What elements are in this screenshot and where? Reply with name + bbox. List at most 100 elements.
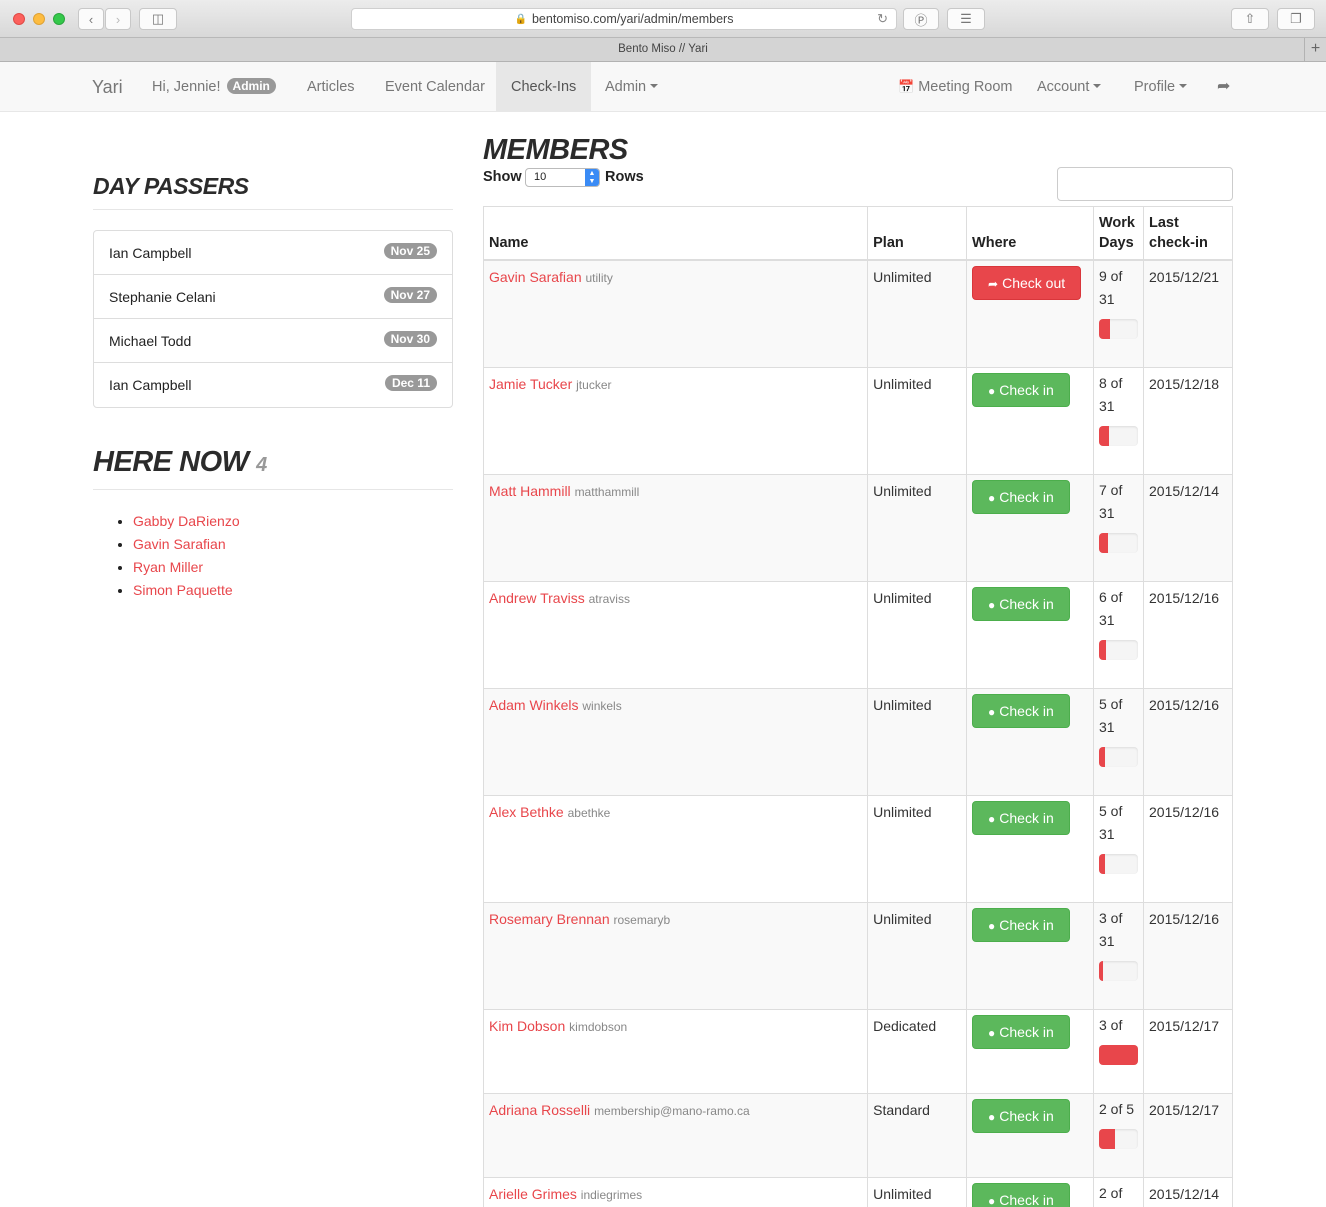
member-plan: Unlimited: [867, 794, 968, 903]
map-marker-icon: ●: [988, 918, 996, 933]
button-label: Check in: [999, 488, 1054, 505]
check-in-button[interactable]: ● Check in: [972, 907, 1070, 942]
check-in-button[interactable]: ● Check in: [972, 693, 1070, 728]
check-in-button[interactable]: ● Check in: [972, 372, 1070, 407]
map-marker-icon: ●: [988, 597, 996, 612]
site-navbar: Yari Hi, Jennie! Admin Articles Event Ca…: [0, 62, 1326, 112]
button-label: Check in: [999, 809, 1054, 826]
member-name-link[interactable]: Adam Winkels: [489, 697, 578, 713]
forward-icon[interactable]: ›: [105, 8, 131, 30]
column-header-text: Work: [1099, 215, 1135, 231]
caret-down-icon: [1179, 84, 1188, 88]
member-username: rosemaryb: [613, 912, 671, 927]
url-text: bentomiso.com/yari/admin/members: [531, 12, 734, 26]
day-passer-name: Michael Todd: [109, 333, 192, 349]
nav-profile-dropdown[interactable]: Profile: [1134, 62, 1188, 112]
member-name-link[interactable]: Adriana Rosselli: [489, 1102, 590, 1118]
member-name-link[interactable]: Matt Hammill: [489, 483, 571, 499]
check-in-button[interactable]: ● Check in: [972, 586, 1070, 621]
password-icon[interactable]: Ⓟ: [903, 8, 939, 30]
window-close-button[interactable]: [13, 13, 25, 25]
member-name-link[interactable]: Andrew Traviss: [489, 590, 585, 606]
member-username: kimdobson: [569, 1019, 628, 1034]
member-name-cell: Adriana Rosselli membership@mano-ramo.ca: [482, 1092, 869, 1178]
here-now-person-link[interactable]: Gavin Sarafian: [133, 536, 240, 559]
show-label: Show: [483, 169, 522, 185]
here-now-person-link[interactable]: Ryan Miller: [133, 559, 240, 582]
day-passers-title: DAY PASSERS: [93, 173, 249, 199]
table-row: Matt Hammill matthammill Unlimited ● Check …: [482, 473, 1233, 582]
member-plan: Unlimited: [867, 366, 968, 475]
list-item: Stephanie Celani Nov 27: [94, 275, 452, 319]
member-name-link[interactable]: Kim Dobson: [489, 1018, 565, 1034]
share-icon[interactable]: ⇧: [1231, 8, 1269, 30]
nav-event-calendar[interactable]: Event Calendar: [385, 62, 485, 112]
member-name-link[interactable]: Alex Bethke: [489, 804, 564, 820]
button-label: Check in: [999, 1023, 1054, 1040]
here-now-person-link[interactable]: Gabby DaRienzo: [133, 513, 240, 536]
column-header-last-checkin[interactable]: Last check-in: [1143, 206, 1233, 261]
greeting-text: Hi, Jennie!: [152, 79, 221, 95]
nav-articles[interactable]: Articles: [307, 62, 355, 112]
progress-bar-fill: [1099, 1128, 1115, 1149]
work-days-count: 5 of: [1099, 695, 1123, 712]
rows-label: Rows: [605, 169, 644, 185]
here-now-person-link[interactable]: Simon Paquette: [133, 582, 240, 605]
member-name-link[interactable]: Rosemary Brennan: [489, 911, 610, 927]
column-header-plan[interactable]: Plan: [867, 206, 968, 261]
member-last-checkin: 2015/12/16: [1143, 794, 1233, 903]
caret-down-icon: [650, 84, 659, 88]
nav-meeting-room[interactable]: 📅 Meeting Room: [898, 62, 1013, 112]
member-last-checkin: 2015/12/18: [1143, 366, 1233, 475]
address-bar[interactable]: 🔒 bentomiso.com/yari/admin/members ↻: [351, 8, 897, 30]
day-passers-list: Ian Campbell Nov 25 Stephanie Celani Nov…: [93, 230, 453, 408]
member-plan: Unlimited: [867, 473, 968, 582]
member-where-cell: ● Check in: [966, 473, 1094, 582]
layers-icon[interactable]: ☰: [947, 8, 985, 30]
member-name-link[interactable]: Arielle Grimes: [489, 1186, 577, 1202]
rows-per-page-select[interactable]: 10 ▲ ▼: [525, 168, 600, 187]
column-header-where[interactable]: Where: [966, 206, 1094, 261]
tab-title[interactable]: Bento Miso // Yari: [618, 43, 708, 55]
window-maximize-button[interactable]: [53, 13, 65, 25]
work-days-total: 31: [1099, 291, 1115, 307]
members-search-input[interactable]: [1057, 167, 1233, 201]
tabs-overview-icon[interactable]: ❐: [1277, 8, 1315, 30]
column-header-name[interactable]: Name: [482, 206, 869, 261]
check-in-button[interactable]: ● Check in: [972, 1014, 1070, 1049]
brand-link[interactable]: Yari: [92, 62, 123, 112]
work-days-progress: [1099, 425, 1138, 446]
nav-account-dropdown[interactable]: Account: [1037, 62, 1102, 112]
nav-admin-dropdown[interactable]: Admin: [605, 62, 659, 112]
here-now-count: 4: [256, 454, 267, 476]
work-days-progress: [1099, 532, 1138, 553]
new-tab-icon[interactable]: +: [1304, 38, 1326, 61]
work-days-text: 3 of 31: [1099, 907, 1138, 953]
check-in-button[interactable]: ● Check in: [972, 800, 1070, 835]
member-where-cell: ● Check in: [966, 580, 1094, 689]
date-badge: Nov 27: [383, 287, 437, 303]
member-username: indiegrimes: [580, 1187, 643, 1202]
check-in-button[interactable]: ● Check in: [972, 1098, 1070, 1133]
table-row: Alex Bethke abethke Unlimited ● Check in 5 o…: [482, 794, 1233, 903]
check-in-button[interactable]: ● Check in: [972, 479, 1070, 514]
member-name-link[interactable]: Jamie Tucker: [489, 376, 572, 392]
work-days-text: 8 of 31: [1099, 372, 1138, 418]
nav-check-ins[interactable]: Check-Ins: [496, 62, 592, 112]
admin-badge: Admin: [226, 78, 276, 94]
work-days-text: 7 of 31: [1099, 479, 1138, 525]
work-days-progress: [1099, 853, 1138, 874]
list-item: Ian Campbell Dec 11: [94, 363, 452, 407]
column-header-work-days[interactable]: Work Days: [1093, 206, 1144, 261]
window-minimize-button[interactable]: [33, 13, 45, 25]
member-name-link[interactable]: Gavin Sarafian: [489, 269, 582, 285]
back-icon[interactable]: ‹: [78, 8, 104, 30]
member-last-checkin: 2015/12/14: [1143, 473, 1233, 582]
logout-share-icon[interactable]: ➦: [1217, 62, 1230, 112]
check-out-button[interactable]: ➦ Check out: [972, 266, 1082, 300]
member-work-days-cell: 8 of 31: [1093, 366, 1144, 475]
reload-icon[interactable]: ↻: [877, 11, 888, 27]
sidebar-toggle-icon[interactable]: ◫: [139, 8, 177, 30]
check-in-button[interactable]: ● Check in: [972, 1182, 1070, 1207]
member-where-cell: ● Check in: [966, 366, 1094, 475]
